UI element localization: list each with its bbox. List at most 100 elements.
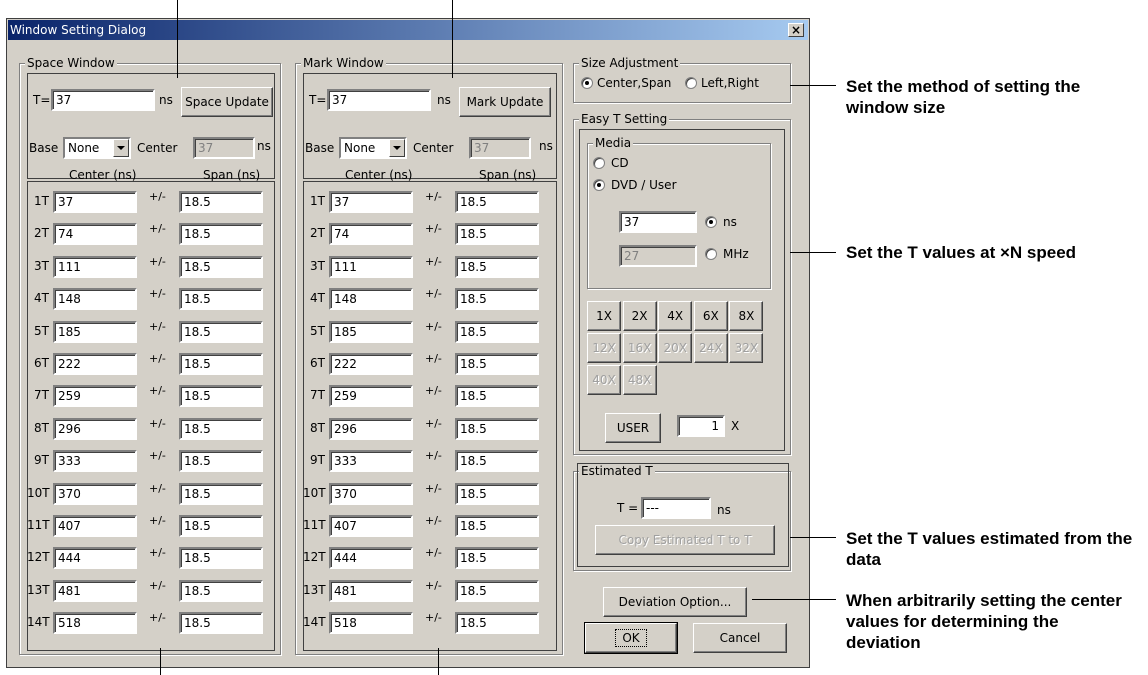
center-input[interactable]: 333 xyxy=(53,450,137,473)
span-input[interactable]: 18.5 xyxy=(179,482,263,505)
mark-t-input[interactable]: 37 xyxy=(327,89,431,111)
span-input[interactable]: 18.5 xyxy=(179,255,263,278)
cancel-button[interactable]: Cancel xyxy=(693,623,787,653)
plus-minus-label: +/- xyxy=(425,481,442,495)
center-input[interactable]: 222 xyxy=(53,353,137,375)
speed-button[interactable]: 2X xyxy=(622,301,657,331)
speed-button[interactable]: 32X xyxy=(729,333,764,363)
center-input[interactable]: 370 xyxy=(329,482,413,505)
deviation-option-button[interactable]: Deviation Option... xyxy=(603,587,747,617)
user-button[interactable]: USER xyxy=(605,413,661,443)
center-input[interactable]: 444 xyxy=(53,547,137,570)
center-input[interactable]: 185 xyxy=(329,320,413,343)
span-input[interactable]: 18.5 xyxy=(179,417,263,440)
span-input[interactable]: 18.5 xyxy=(455,579,539,602)
span-input[interactable]: 18.5 xyxy=(455,417,539,440)
span-input[interactable]: 18.5 xyxy=(455,515,539,537)
center-input[interactable]: 37 xyxy=(329,191,413,213)
speed-button[interactable]: 8X xyxy=(729,301,764,331)
span-input[interactable]: 18.5 xyxy=(455,191,539,213)
center-input[interactable]: 481 xyxy=(53,579,137,602)
title-bar[interactable]: Window Setting Dialog × xyxy=(8,20,808,40)
center-input[interactable]: 518 xyxy=(53,612,137,635)
row-label: 4T xyxy=(310,291,325,306)
space-t-label: T= xyxy=(33,93,51,107)
span-input[interactable]: 18.5 xyxy=(455,385,539,408)
center-input[interactable]: 148 xyxy=(53,288,137,311)
speed-button[interactable]: 1X xyxy=(587,301,621,331)
span-input[interactable]: 18.5 xyxy=(179,353,263,375)
center-input[interactable]: 259 xyxy=(53,385,137,408)
center-input[interactable]: 185 xyxy=(53,320,137,343)
plus-minus-label: +/- xyxy=(149,190,166,203)
speed-button[interactable]: 12X xyxy=(587,333,621,363)
span-input[interactable]: 18.5 xyxy=(179,223,263,246)
span-input[interactable]: 18.5 xyxy=(455,288,539,311)
span-input[interactable]: 18.5 xyxy=(455,255,539,278)
speed-button[interactable]: 16X xyxy=(622,333,657,363)
ok-button[interactable]: OK xyxy=(584,622,678,654)
span-input[interactable]: 18.5 xyxy=(179,579,263,602)
center-input[interactable]: 222 xyxy=(329,353,413,375)
cd-radio[interactable] xyxy=(593,157,605,169)
space-base-select[interactable]: None xyxy=(63,137,131,159)
space-t-input[interactable]: 37 xyxy=(51,89,155,111)
span-input[interactable]: 18.5 xyxy=(455,223,539,246)
row-label: 8T xyxy=(310,420,325,435)
span-input[interactable]: 18.5 xyxy=(179,515,263,537)
span-input[interactable]: 18.5 xyxy=(455,482,539,505)
span-input[interactable]: 18.5 xyxy=(455,353,539,375)
center-span-radio[interactable] xyxy=(581,77,593,89)
row-label: 8T xyxy=(34,420,49,435)
span-input[interactable]: 18.5 xyxy=(455,612,539,635)
mark-base-select[interactable]: None xyxy=(339,137,407,159)
span-input[interactable]: 18.5 xyxy=(179,450,263,473)
span-input[interactable]: 18.5 xyxy=(179,547,263,570)
span-input[interactable]: 18.5 xyxy=(455,320,539,343)
speed-button[interactable]: 24X xyxy=(693,333,728,363)
center-input[interactable]: 407 xyxy=(329,515,413,537)
speed-button[interactable]: 20X xyxy=(658,333,693,363)
space-update-button[interactable]: Space Update xyxy=(181,87,273,117)
ns-input[interactable]: 37 xyxy=(619,211,697,233)
center-input[interactable]: 37 xyxy=(53,191,137,213)
speed-button[interactable]: 4X xyxy=(658,301,693,331)
span-input[interactable]: 18.5 xyxy=(179,288,263,311)
center-input[interactable]: 148 xyxy=(329,288,413,311)
close-button[interactable]: × xyxy=(788,23,804,37)
center-input[interactable]: 370 xyxy=(53,482,137,505)
speed-button[interactable]: 6X xyxy=(693,301,728,331)
chevron-down-icon[interactable] xyxy=(389,139,405,157)
speed-button[interactable]: 48X xyxy=(622,365,657,395)
center-input[interactable]: 74 xyxy=(329,223,413,246)
center-input[interactable]: 333 xyxy=(329,450,413,473)
span-input[interactable]: 18.5 xyxy=(179,191,263,213)
mhz-radio[interactable] xyxy=(705,248,717,260)
span-input[interactable]: 18.5 xyxy=(179,320,263,343)
span-input[interactable]: 18.5 xyxy=(179,612,263,635)
center-input[interactable]: 296 xyxy=(329,417,413,440)
center-input[interactable]: 111 xyxy=(329,255,413,278)
copy-estimated-t-button[interactable]: Copy Estimated T to T xyxy=(595,525,775,555)
span-input[interactable]: 18.5 xyxy=(455,547,539,570)
center-input[interactable]: 74 xyxy=(53,223,137,246)
row-label: 1T xyxy=(34,194,49,208)
center-input[interactable]: 296 xyxy=(53,417,137,440)
center-input[interactable]: 518 xyxy=(329,612,413,635)
center-input[interactable]: 259 xyxy=(329,385,413,408)
dvd-user-radio[interactable] xyxy=(593,179,605,191)
left-right-radio[interactable] xyxy=(685,77,697,89)
center-input[interactable]: 407 xyxy=(53,515,137,537)
chevron-down-icon[interactable] xyxy=(113,139,129,157)
plus-minus-label: +/- xyxy=(149,254,166,268)
mark-update-button[interactable]: Mark Update xyxy=(459,87,551,117)
center-input[interactable]: 481 xyxy=(329,579,413,602)
user-multiplier-input[interactable]: 1 xyxy=(677,415,725,437)
center-input[interactable]: 444 xyxy=(329,547,413,570)
center-input[interactable]: 111 xyxy=(53,255,137,278)
ns-radio[interactable] xyxy=(705,216,717,228)
speed-button[interactable]: 40X xyxy=(587,365,621,395)
row-label: 10T xyxy=(27,485,50,500)
span-input[interactable]: 18.5 xyxy=(179,385,263,408)
span-input[interactable]: 18.5 xyxy=(455,450,539,473)
